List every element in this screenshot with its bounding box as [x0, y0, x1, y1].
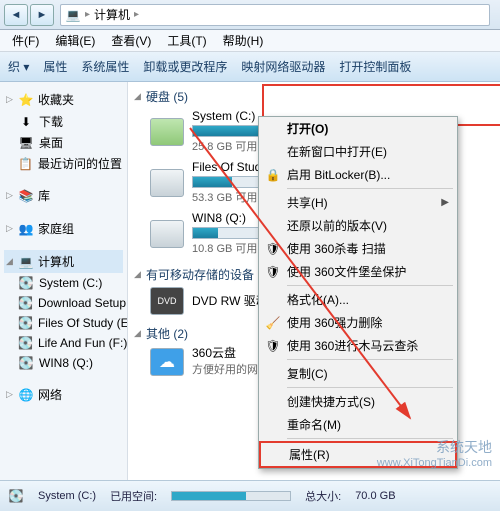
status-total-value: 70.0 GB: [355, 490, 395, 502]
toolbar-map-drive[interactable]: 映射网络驱动器: [241, 58, 325, 75]
sidebar-item-downloads[interactable]: ⬇下载: [4, 111, 123, 132]
drive-icon: [150, 169, 184, 197]
computer-icon: 💻: [18, 254, 34, 270]
cloud-icon: ☁: [150, 348, 184, 376]
separator: [287, 285, 453, 286]
ctx-restore[interactable]: 还原以前的版本(V): [259, 214, 457, 237]
separator: [287, 188, 453, 189]
toolbar-properties[interactable]: 属性: [43, 58, 67, 75]
chevron-icon: ▷: [6, 389, 14, 400]
shield-360-icon: 🛡: [265, 338, 281, 354]
breadcrumb-sep-icon: ▸: [85, 9, 90, 20]
sidebar-item-drive-d[interactable]: 💽Download Setup (I: [4, 293, 123, 313]
chevron-icon: ▷: [6, 94, 14, 105]
homegroup-icon: 👥: [18, 221, 34, 237]
network-icon: 🌐: [18, 387, 34, 403]
ctx-360del[interactable]: 🧹使用 360强力删除: [259, 311, 457, 334]
bitlocker-icon: 🔒: [265, 167, 281, 183]
ctx-rename[interactable]: 重命名(M): [259, 413, 457, 436]
chevron-down-icon: ◢: [134, 328, 142, 339]
star-icon: ⭐: [18, 92, 34, 108]
ctx-360scan[interactable]: 🛡使用 360杀毒 扫描: [259, 237, 457, 260]
sidebar-item-drive-f[interactable]: 💽Life And Fun (F:): [4, 333, 123, 353]
ctx-new-window[interactable]: 在新窗口中打开(E): [259, 140, 457, 163]
forward-button[interactable]: ►: [30, 4, 54, 26]
chevron-down-icon: ◢: [134, 91, 142, 102]
status-used-label: 已用空间:: [110, 488, 157, 504]
sidebar-item-desktop[interactable]: 🖥桌面: [4, 132, 123, 153]
menu-view[interactable]: 查看(V): [105, 30, 157, 51]
shield-360-icon: 🛡: [265, 264, 281, 280]
menubar: 件(F) 编辑(E) 查看(V) 工具(T) 帮助(H): [0, 30, 500, 52]
ctx-shortcut[interactable]: 创建快捷方式(S): [259, 390, 457, 413]
sidebar-item-drive-e[interactable]: 💽Files Of Study (E:): [4, 313, 123, 333]
menu-file[interactable]: 件(F): [6, 30, 45, 51]
shield-360-icon: 🛡: [265, 241, 281, 257]
computer-icon: 💻: [65, 7, 81, 23]
ctx-bitlocker[interactable]: 🔒启用 BitLocker(B)...: [259, 163, 457, 186]
status-drive-name: System (C:): [38, 490, 96, 502]
breadcrumb-computer[interactable]: 计算机: [94, 6, 130, 23]
ctx-360trojan[interactable]: 🛡使用 360进行木马云查杀: [259, 334, 457, 357]
address-bar[interactable]: 💻 ▸ 计算机 ▸: [60, 4, 490, 26]
chevron-down-icon: ◢: [6, 256, 14, 267]
status-usage-bar: [171, 491, 291, 501]
chevron-icon: ▷: [6, 190, 14, 201]
context-menu: 打开(O) 在新窗口中打开(E) 🔒启用 BitLocker(B)... 共享(…: [258, 116, 458, 469]
back-button[interactable]: ◄: [4, 4, 28, 26]
titlebar: ◄ ► 💻 ▸ 计算机 ▸: [0, 0, 500, 30]
nav-buttons: ◄ ►: [4, 4, 54, 26]
sidebar-libraries[interactable]: ▷📚库: [4, 184, 123, 207]
ctx-share[interactable]: 共享(H)▶: [259, 191, 457, 214]
menu-tools[interactable]: 工具(T): [161, 30, 212, 51]
sidebar-computer[interactable]: ◢💻计算机: [4, 250, 123, 273]
drive-icon: 💽: [18, 275, 34, 291]
section-hdd[interactable]: ◢硬盘 (5): [134, 86, 494, 107]
sidebar: ▷⭐收藏夹 ⬇下载 🖥桌面 📋最近访问的位置 ▷📚库 ▷👥家庭组 ◢💻计算机 💽…: [0, 82, 128, 480]
dvd-icon: DVD: [150, 287, 184, 315]
chevron-icon: ▷: [6, 223, 14, 234]
ctx-copy[interactable]: 复制(C): [259, 362, 457, 385]
drive-icon: [150, 220, 184, 248]
download-icon: ⬇: [18, 114, 34, 130]
chevron-down-icon: ◢: [134, 269, 142, 280]
ctx-360fort[interactable]: 🛡使用 360文件堡垒保护: [259, 260, 457, 283]
sidebar-item-drive-q[interactable]: 💽WIN8 (Q:): [4, 353, 123, 373]
sidebar-favorites[interactable]: ▷⭐收藏夹: [4, 88, 123, 111]
breadcrumb-sep-icon: ▸: [134, 9, 139, 20]
separator: [287, 359, 453, 360]
drive-icon: 💽: [18, 335, 33, 351]
ctx-format[interactable]: 格式化(A)...: [259, 288, 457, 311]
toolbar-control-panel[interactable]: 打开控制面板: [339, 58, 411, 75]
drive-icon: 💽: [18, 295, 33, 311]
submenu-arrow-icon: ▶: [441, 197, 449, 208]
watermark: 系统天地 www.XiTongTianDi.com: [377, 437, 492, 469]
recent-icon: 📋: [18, 156, 33, 172]
menu-edit[interactable]: 编辑(E): [49, 30, 101, 51]
sidebar-homegroup[interactable]: ▷👥家庭组: [4, 217, 123, 240]
sidebar-network[interactable]: ▷🌐网络: [4, 383, 123, 406]
desktop-icon: 🖥: [18, 135, 34, 151]
statusbar: 💽 System (C:) 已用空间: 总大小: 70.0 GB: [0, 480, 500, 511]
toolbar-uninstall[interactable]: 卸载或更改程序: [143, 58, 227, 75]
drive-icon: 💽: [8, 488, 24, 504]
library-icon: 📚: [18, 188, 34, 204]
system-drive-icon: [150, 118, 184, 146]
drive-icon: 💽: [18, 355, 34, 371]
shield-360-icon: 🧹: [265, 315, 281, 331]
status-total-label: 总大小:: [305, 488, 341, 504]
menu-help[interactable]: 帮助(H): [217, 30, 270, 51]
toolbar: 织 ▾ 属性 系统属性 卸载或更改程序 映射网络驱动器 打开控制面板: [0, 52, 500, 82]
sidebar-item-drive-c[interactable]: 💽System (C:): [4, 273, 123, 293]
toolbar-organize[interactable]: 织 ▾: [8, 58, 29, 75]
ctx-open[interactable]: 打开(O): [259, 117, 457, 140]
toolbar-system-properties[interactable]: 系统属性: [81, 58, 129, 75]
drive-icon: 💽: [18, 315, 33, 331]
separator: [287, 387, 453, 388]
sidebar-item-recent[interactable]: 📋最近访问的位置: [4, 153, 123, 174]
